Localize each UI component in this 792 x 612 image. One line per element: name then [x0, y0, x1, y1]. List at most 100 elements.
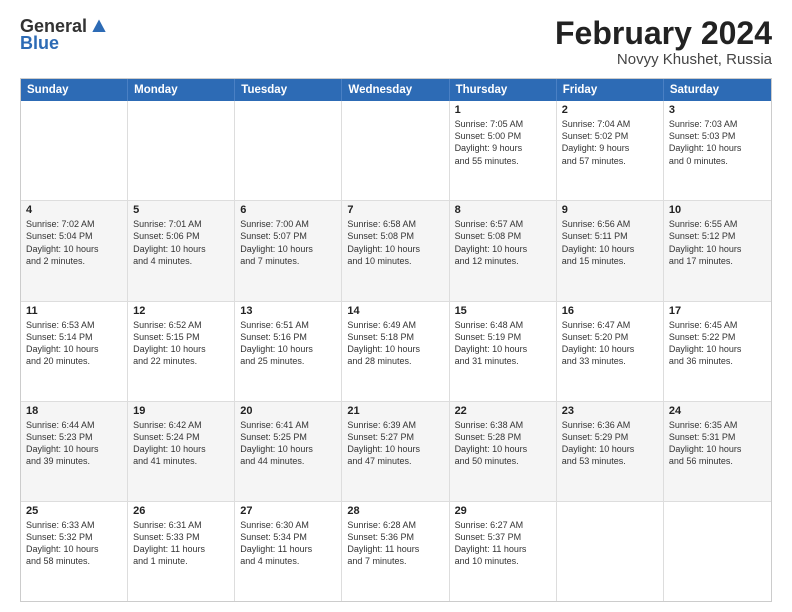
- calendar-cell-7: 7 Sunrise: 6:58 AM Sunset: 5:08 PM Daylig…: [342, 201, 449, 300]
- header-cell-monday: Monday: [128, 79, 235, 101]
- day-number: 15: [455, 305, 551, 317]
- day-info: Sunrise: 6:41 AM Sunset: 5:25 PM Dayligh…: [240, 419, 336, 468]
- day-info: Sunrise: 6:58 AM Sunset: 5:08 PM Dayligh…: [347, 218, 443, 267]
- day-info: Sunrise: 7:02 AM Sunset: 5:04 PM Dayligh…: [26, 218, 122, 267]
- day-info: Sunrise: 6:52 AM Sunset: 5:15 PM Dayligh…: [133, 319, 229, 368]
- day-number: 17: [669, 305, 766, 317]
- calendar-cell-6: 6 Sunrise: 7:00 AM Sunset: 5:07 PM Daylig…: [235, 201, 342, 300]
- day-number: 11: [26, 305, 122, 317]
- day-info: Sunrise: 7:05 AM Sunset: 5:00 PM Dayligh…: [455, 118, 551, 167]
- calendar-cell-11: 11Sunrise: 6:53 AM Sunset: 5:14 PM Dayli…: [21, 302, 128, 401]
- day-number: 20: [240, 405, 336, 417]
- day-info: Sunrise: 6:56 AM Sunset: 5:11 PM Dayligh…: [562, 218, 658, 267]
- day-info: Sunrise: 6:31 AM Sunset: 5:33 PM Dayligh…: [133, 519, 229, 568]
- calendar-row-2: 11Sunrise: 6:53 AM Sunset: 5:14 PM Dayli…: [21, 301, 771, 401]
- day-number: 25: [26, 505, 122, 517]
- calendar-cell-2: 2 Sunrise: 7:04 AM Sunset: 5:02 PM Daylig…: [557, 101, 664, 200]
- day-info: Sunrise: 6:45 AM Sunset: 5:22 PM Dayligh…: [669, 319, 766, 368]
- calendar-cell-empty-0-2: [235, 101, 342, 200]
- calendar-row-1: 4Sunrise: 7:02 AM Sunset: 5:04 PM Daylig…: [21, 200, 771, 300]
- day-info: Sunrise: 6:48 AM Sunset: 5:19 PM Dayligh…: [455, 319, 551, 368]
- calendar-cell-29: 29 Sunrise: 6:27 AM Sunset: 5:37 PM Dayli…: [450, 502, 557, 601]
- day-number: 3: [669, 104, 766, 116]
- day-number: 13: [240, 305, 336, 317]
- calendar-cell-13: 13 Sunrise: 6:51 AM Sunset: 5:16 PM Dayli…: [235, 302, 342, 401]
- day-number: 16: [562, 305, 658, 317]
- day-number: 14: [347, 305, 443, 317]
- calendar-cell-15: 15 Sunrise: 6:48 AM Sunset: 5:19 PM Dayli…: [450, 302, 557, 401]
- day-info: Sunrise: 7:01 AM Sunset: 5:06 PM Dayligh…: [133, 218, 229, 267]
- calendar-cell-28: 28 Sunrise: 6:28 AM Sunset: 5:36 PM Dayli…: [342, 502, 449, 601]
- day-number: 22: [455, 405, 551, 417]
- day-info: Sunrise: 7:04 AM Sunset: 5:02 PM Dayligh…: [562, 118, 658, 167]
- day-info: Sunrise: 6:49 AM Sunset: 5:18 PM Dayligh…: [347, 319, 443, 368]
- calendar-cell-9: 9 Sunrise: 6:56 AM Sunset: 5:11 PM Daylig…: [557, 201, 664, 300]
- calendar-row-3: 18 Sunrise: 6:44 AM Sunset: 5:23 PM Dayli…: [21, 401, 771, 501]
- day-info: Sunrise: 6:36 AM Sunset: 5:29 PM Dayligh…: [562, 419, 658, 468]
- day-info: Sunrise: 6:55 AM Sunset: 5:12 PM Dayligh…: [669, 218, 766, 267]
- calendar-cell-17: 17 Sunrise: 6:45 AM Sunset: 5:22 PM Dayli…: [664, 302, 771, 401]
- calendar-cell-19: 19 Sunrise: 6:42 AM Sunset: 5:24 PM Dayli…: [128, 402, 235, 501]
- day-info: Sunrise: 7:03 AM Sunset: 5:03 PM Dayligh…: [669, 118, 766, 167]
- calendar-body: 1Sunrise: 7:05 AM Sunset: 5:00 PM Daylig…: [21, 101, 771, 601]
- header-cell-tuesday: Tuesday: [235, 79, 342, 101]
- day-info: Sunrise: 6:28 AM Sunset: 5:36 PM Dayligh…: [347, 519, 443, 568]
- calendar-cell-5: 5 Sunrise: 7:01 AM Sunset: 5:06 PM Daylig…: [128, 201, 235, 300]
- calendar-cell-10: 10 Sunrise: 6:55 AM Sunset: 5:12 PM Dayli…: [664, 201, 771, 300]
- calendar-cell-3: 3 Sunrise: 7:03 AM Sunset: 5:03 PM Daylig…: [664, 101, 771, 200]
- header-right: February 2024 Novyy Khushet, Russia: [555, 16, 772, 68]
- day-number: 12: [133, 305, 229, 317]
- logo-icon: [89, 17, 109, 37]
- logo: General Blue: [20, 16, 109, 54]
- day-info: Sunrise: 6:57 AM Sunset: 5:08 PM Dayligh…: [455, 218, 551, 267]
- calendar-cell-empty-0-1: [128, 101, 235, 200]
- day-number: 19: [133, 405, 229, 417]
- day-number: 5: [133, 204, 229, 216]
- day-number: 18: [26, 405, 122, 417]
- day-number: 2: [562, 104, 658, 116]
- header-cell-wednesday: Wednesday: [342, 79, 449, 101]
- header-cell-friday: Friday: [557, 79, 664, 101]
- day-number: 28: [347, 505, 443, 517]
- calendar-cell-12: 12 Sunrise: 6:52 AM Sunset: 5:15 PM Dayli…: [128, 302, 235, 401]
- calendar-cell-26: 26 Sunrise: 6:31 AM Sunset: 5:33 PM Dayli…: [128, 502, 235, 601]
- day-info: Sunrise: 6:30 AM Sunset: 5:34 PM Dayligh…: [240, 519, 336, 568]
- calendar-cell-27: 27 Sunrise: 6:30 AM Sunset: 5:34 PM Dayli…: [235, 502, 342, 601]
- day-info: Sunrise: 6:42 AM Sunset: 5:24 PM Dayligh…: [133, 419, 229, 468]
- calendar-row-0: 1Sunrise: 7:05 AM Sunset: 5:00 PM Daylig…: [21, 101, 771, 200]
- calendar-cell-14: 14 Sunrise: 6:49 AM Sunset: 5:18 PM Dayli…: [342, 302, 449, 401]
- day-info: Sunrise: 6:47 AM Sunset: 5:20 PM Dayligh…: [562, 319, 658, 368]
- header-cell-thursday: Thursday: [450, 79, 557, 101]
- day-info: Sunrise: 6:51 AM Sunset: 5:16 PM Dayligh…: [240, 319, 336, 368]
- day-number: 7: [347, 204, 443, 216]
- day-number: 29: [455, 505, 551, 517]
- calendar-cell-18: 18 Sunrise: 6:44 AM Sunset: 5:23 PM Dayli…: [21, 402, 128, 501]
- calendar-header: SundayMondayTuesdayWednesdayThursdayFrid…: [21, 79, 771, 101]
- day-number: 8: [455, 204, 551, 216]
- calendar-cell-empty-4-5: [557, 502, 664, 601]
- day-number: 9: [562, 204, 658, 216]
- calendar-cell-empty-0-0: [21, 101, 128, 200]
- month-year: February 2024: [555, 16, 772, 51]
- day-number: 6: [240, 204, 336, 216]
- page: General Blue February 2024 Novyy Khushet…: [0, 0, 792, 612]
- header: General Blue February 2024 Novyy Khushet…: [20, 16, 772, 68]
- logo-blue: Blue: [20, 33, 59, 54]
- day-info: Sunrise: 6:39 AM Sunset: 5:27 PM Dayligh…: [347, 419, 443, 468]
- calendar-cell-8: 8 Sunrise: 6:57 AM Sunset: 5:08 PM Daylig…: [450, 201, 557, 300]
- calendar-cell-21: 21 Sunrise: 6:39 AM Sunset: 5:27 PM Dayli…: [342, 402, 449, 501]
- day-number: 27: [240, 505, 336, 517]
- day-info: Sunrise: 6:44 AM Sunset: 5:23 PM Dayligh…: [26, 419, 122, 468]
- calendar-cell-empty-4-6: [664, 502, 771, 601]
- day-info: Sunrise: 7:00 AM Sunset: 5:07 PM Dayligh…: [240, 218, 336, 267]
- day-number: 21: [347, 405, 443, 417]
- day-number: 24: [669, 405, 766, 417]
- day-info: Sunrise: 6:33 AM Sunset: 5:32 PM Dayligh…: [26, 519, 122, 568]
- calendar-cell-1: 1Sunrise: 7:05 AM Sunset: 5:00 PM Daylig…: [450, 101, 557, 200]
- day-number: 10: [669, 204, 766, 216]
- calendar-row-4: 25 Sunrise: 6:33 AM Sunset: 5:32 PM Dayli…: [21, 501, 771, 601]
- day-info: Sunrise: 6:27 AM Sunset: 5:37 PM Dayligh…: [455, 519, 551, 568]
- day-number: 26: [133, 505, 229, 517]
- calendar-cell-22: 22Sunrise: 6:38 AM Sunset: 5:28 PM Dayli…: [450, 402, 557, 501]
- header-cell-sunday: Sunday: [21, 79, 128, 101]
